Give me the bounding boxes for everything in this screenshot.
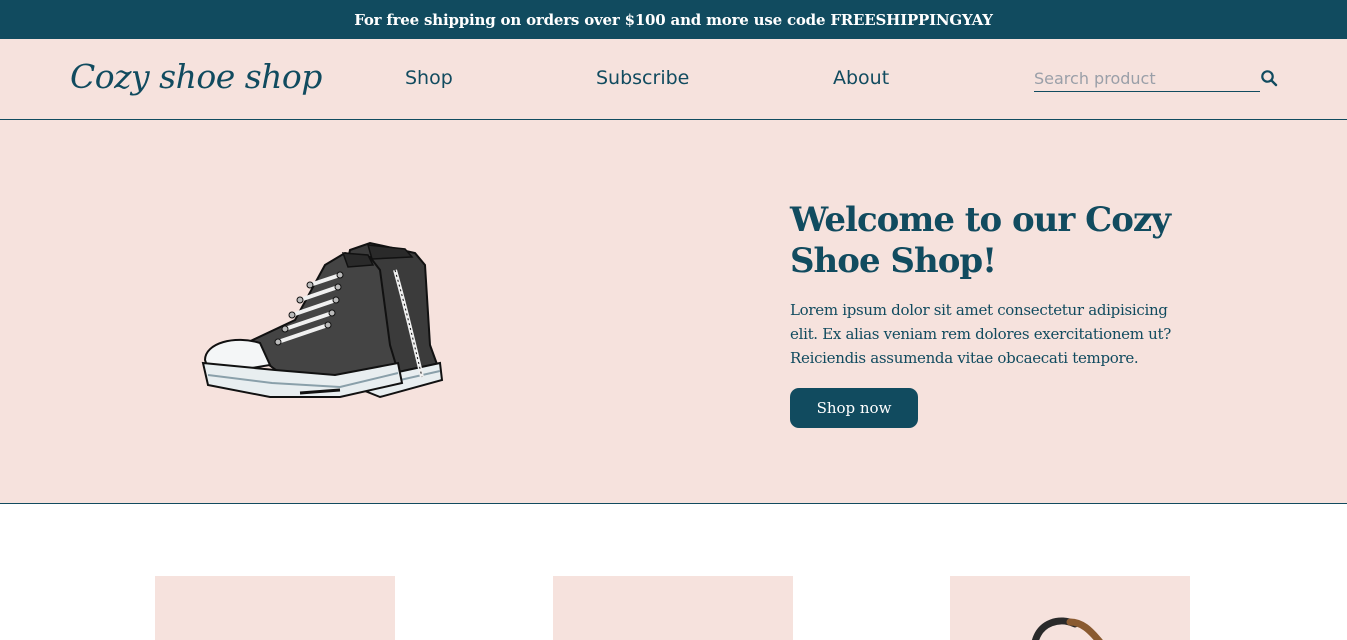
nav-link-about[interactable]: About: [833, 67, 889, 89]
sandal-icon: [1032, 617, 1103, 640]
promo-text: For free shipping on orders over $100 an…: [354, 10, 993, 29]
sneakers-illustration: [201, 241, 444, 399]
hero-section: Welcome to our Cozy Shoe Shop! Lorem ips…: [0, 120, 1347, 504]
product-card[interactable]: [553, 576, 793, 640]
hero-description: Lorem ipsum dolor sit amet consectetur a…: [790, 301, 1171, 367]
product-card[interactable]: [950, 576, 1190, 640]
logo[interactable]: Cozy shoe shop: [70, 57, 322, 96]
product-card[interactable]: [155, 576, 395, 640]
search-input[interactable]: [1034, 66, 1260, 92]
hero-title: Welcome to our Cozy Shoe Shop!: [790, 200, 1171, 281]
nav-link-subscribe[interactable]: Subscribe: [596, 67, 689, 89]
search-bar: [1034, 66, 1279, 92]
shop-now-button[interactable]: Shop now: [790, 388, 918, 428]
promo-banner: For free shipping on orders over $100 an…: [0, 0, 1347, 39]
search-icon[interactable]: [1260, 69, 1278, 87]
navbar: Cozy shoe shop Shop Subscribe About: [0, 39, 1347, 120]
nav-link-shop[interactable]: Shop: [405, 67, 453, 89]
